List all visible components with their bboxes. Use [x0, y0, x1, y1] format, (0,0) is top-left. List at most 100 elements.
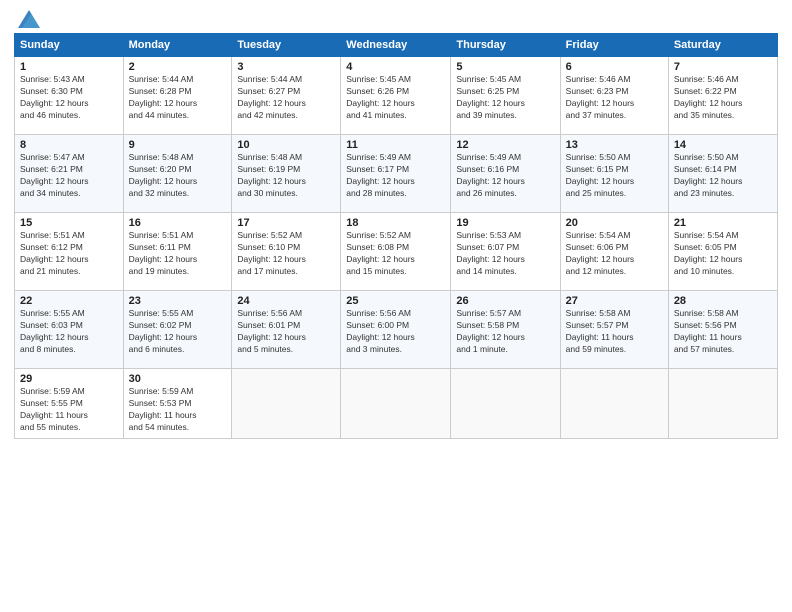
calendar-cell: 22Sunrise: 5:55 AM Sunset: 6:03 PM Dayli… — [15, 291, 124, 369]
day-info: Sunrise: 5:48 AM Sunset: 6:20 PM Dayligh… — [129, 152, 227, 200]
day-number: 14 — [674, 139, 772, 151]
calendar-cell: 8Sunrise: 5:47 AM Sunset: 6:21 PM Daylig… — [15, 135, 124, 213]
calendar-cell: 27Sunrise: 5:58 AM Sunset: 5:57 PM Dayli… — [560, 291, 668, 369]
day-number: 22 — [20, 295, 118, 307]
calendar-cell: 9Sunrise: 5:48 AM Sunset: 6:20 PM Daylig… — [123, 135, 232, 213]
day-number: 12 — [456, 139, 554, 151]
calendar-cell: 20Sunrise: 5:54 AM Sunset: 6:06 PM Dayli… — [560, 213, 668, 291]
day-info: Sunrise: 5:53 AM Sunset: 6:07 PM Dayligh… — [456, 230, 554, 278]
calendar-cell: 15Sunrise: 5:51 AM Sunset: 6:12 PM Dayli… — [15, 213, 124, 291]
day-number: 25 — [346, 295, 445, 307]
weekday-header-monday: Monday — [123, 34, 232, 57]
day-info: Sunrise: 5:48 AM Sunset: 6:19 PM Dayligh… — [237, 152, 335, 200]
weekday-header-tuesday: Tuesday — [232, 34, 341, 57]
calendar-cell: 21Sunrise: 5:54 AM Sunset: 6:05 PM Dayli… — [668, 213, 777, 291]
calendar-cell: 16Sunrise: 5:51 AM Sunset: 6:11 PM Dayli… — [123, 213, 232, 291]
day-info: Sunrise: 5:54 AM Sunset: 6:05 PM Dayligh… — [674, 230, 772, 278]
calendar-cell: 4Sunrise: 5:45 AM Sunset: 6:26 PM Daylig… — [341, 57, 451, 135]
day-info: Sunrise: 5:50 AM Sunset: 6:14 PM Dayligh… — [674, 152, 772, 200]
day-info: Sunrise: 5:44 AM Sunset: 6:27 PM Dayligh… — [237, 74, 335, 122]
weekday-header-saturday: Saturday — [668, 34, 777, 57]
day-info: Sunrise: 5:52 AM Sunset: 6:10 PM Dayligh… — [237, 230, 335, 278]
day-number: 30 — [129, 373, 227, 385]
day-number: 5 — [456, 61, 554, 73]
day-number: 23 — [129, 295, 227, 307]
calendar-cell — [668, 369, 777, 439]
day-info: Sunrise: 5:46 AM Sunset: 6:23 PM Dayligh… — [566, 74, 663, 122]
calendar-cell: 7Sunrise: 5:46 AM Sunset: 6:22 PM Daylig… — [668, 57, 777, 135]
day-info: Sunrise: 5:59 AM Sunset: 5:55 PM Dayligh… — [20, 386, 118, 434]
day-info: Sunrise: 5:45 AM Sunset: 6:26 PM Dayligh… — [346, 74, 445, 122]
day-info: Sunrise: 5:58 AM Sunset: 5:57 PM Dayligh… — [566, 308, 663, 356]
weekday-header-thursday: Thursday — [451, 34, 560, 57]
calendar-cell: 10Sunrise: 5:48 AM Sunset: 6:19 PM Dayli… — [232, 135, 341, 213]
day-number: 28 — [674, 295, 772, 307]
day-info: Sunrise: 5:46 AM Sunset: 6:22 PM Dayligh… — [674, 74, 772, 122]
day-info: Sunrise: 5:51 AM Sunset: 6:12 PM Dayligh… — [20, 230, 118, 278]
day-info: Sunrise: 5:50 AM Sunset: 6:15 PM Dayligh… — [566, 152, 663, 200]
calendar-cell: 6Sunrise: 5:46 AM Sunset: 6:23 PM Daylig… — [560, 57, 668, 135]
day-number: 13 — [566, 139, 663, 151]
calendar-cell — [232, 369, 341, 439]
day-number: 4 — [346, 61, 445, 73]
calendar-cell: 25Sunrise: 5:56 AM Sunset: 6:00 PM Dayli… — [341, 291, 451, 369]
day-number: 7 — [674, 61, 772, 73]
calendar-cell: 29Sunrise: 5:59 AM Sunset: 5:55 PM Dayli… — [15, 369, 124, 439]
calendar-cell — [341, 369, 451, 439]
day-number: 11 — [346, 139, 445, 151]
logo — [14, 10, 40, 28]
day-number: 17 — [237, 217, 335, 229]
day-info: Sunrise: 5:47 AM Sunset: 6:21 PM Dayligh… — [20, 152, 118, 200]
day-number: 18 — [346, 217, 445, 229]
calendar-cell: 11Sunrise: 5:49 AM Sunset: 6:17 PM Dayli… — [341, 135, 451, 213]
day-number: 26 — [456, 295, 554, 307]
day-info: Sunrise: 5:57 AM Sunset: 5:58 PM Dayligh… — [456, 308, 554, 356]
day-number: 21 — [674, 217, 772, 229]
day-number: 24 — [237, 295, 335, 307]
calendar-week-3: 15Sunrise: 5:51 AM Sunset: 6:12 PM Dayli… — [15, 213, 778, 291]
day-info: Sunrise: 5:55 AM Sunset: 6:03 PM Dayligh… — [20, 308, 118, 356]
day-info: Sunrise: 5:44 AM Sunset: 6:28 PM Dayligh… — [129, 74, 227, 122]
calendar-cell: 5Sunrise: 5:45 AM Sunset: 6:25 PM Daylig… — [451, 57, 560, 135]
calendar-week-1: 1Sunrise: 5:43 AM Sunset: 6:30 PM Daylig… — [15, 57, 778, 135]
day-number: 19 — [456, 217, 554, 229]
day-info: Sunrise: 5:51 AM Sunset: 6:11 PM Dayligh… — [129, 230, 227, 278]
day-number: 16 — [129, 217, 227, 229]
day-number: 27 — [566, 295, 663, 307]
header — [14, 10, 778, 28]
calendar-cell: 26Sunrise: 5:57 AM Sunset: 5:58 PM Dayli… — [451, 291, 560, 369]
calendar-week-4: 22Sunrise: 5:55 AM Sunset: 6:03 PM Dayli… — [15, 291, 778, 369]
calendar-table: SundayMondayTuesdayWednesdayThursdayFrid… — [14, 33, 778, 439]
calendar-week-5: 29Sunrise: 5:59 AM Sunset: 5:55 PM Dayli… — [15, 369, 778, 439]
calendar-cell: 17Sunrise: 5:52 AM Sunset: 6:10 PM Dayli… — [232, 213, 341, 291]
calendar-cell: 19Sunrise: 5:53 AM Sunset: 6:07 PM Dayli… — [451, 213, 560, 291]
calendar-cell: 2Sunrise: 5:44 AM Sunset: 6:28 PM Daylig… — [123, 57, 232, 135]
day-info: Sunrise: 5:45 AM Sunset: 6:25 PM Dayligh… — [456, 74, 554, 122]
calendar-cell: 18Sunrise: 5:52 AM Sunset: 6:08 PM Dayli… — [341, 213, 451, 291]
calendar-cell: 24Sunrise: 5:56 AM Sunset: 6:01 PM Dayli… — [232, 291, 341, 369]
day-info: Sunrise: 5:49 AM Sunset: 6:17 PM Dayligh… — [346, 152, 445, 200]
calendar-week-2: 8Sunrise: 5:47 AM Sunset: 6:21 PM Daylig… — [15, 135, 778, 213]
calendar-cell: 30Sunrise: 5:59 AM Sunset: 5:53 PM Dayli… — [123, 369, 232, 439]
day-info: Sunrise: 5:43 AM Sunset: 6:30 PM Dayligh… — [20, 74, 118, 122]
calendar-cell: 14Sunrise: 5:50 AM Sunset: 6:14 PM Dayli… — [668, 135, 777, 213]
day-number: 29 — [20, 373, 118, 385]
day-number: 1 — [20, 61, 118, 73]
calendar-cell: 28Sunrise: 5:58 AM Sunset: 5:56 PM Dayli… — [668, 291, 777, 369]
weekday-header-wednesday: Wednesday — [341, 34, 451, 57]
day-info: Sunrise: 5:55 AM Sunset: 6:02 PM Dayligh… — [129, 308, 227, 356]
day-info: Sunrise: 5:56 AM Sunset: 6:01 PM Dayligh… — [237, 308, 335, 356]
logo-icon — [18, 10, 40, 28]
calendar-cell: 1Sunrise: 5:43 AM Sunset: 6:30 PM Daylig… — [15, 57, 124, 135]
day-number: 3 — [237, 61, 335, 73]
day-info: Sunrise: 5:54 AM Sunset: 6:06 PM Dayligh… — [566, 230, 663, 278]
day-number: 15 — [20, 217, 118, 229]
calendar-cell: 12Sunrise: 5:49 AM Sunset: 6:16 PM Dayli… — [451, 135, 560, 213]
calendar-cell: 23Sunrise: 5:55 AM Sunset: 6:02 PM Dayli… — [123, 291, 232, 369]
day-info: Sunrise: 5:52 AM Sunset: 6:08 PM Dayligh… — [346, 230, 445, 278]
day-number: 2 — [129, 61, 227, 73]
calendar-cell: 3Sunrise: 5:44 AM Sunset: 6:27 PM Daylig… — [232, 57, 341, 135]
calendar-cell — [451, 369, 560, 439]
weekday-header-sunday: Sunday — [15, 34, 124, 57]
day-number: 20 — [566, 217, 663, 229]
